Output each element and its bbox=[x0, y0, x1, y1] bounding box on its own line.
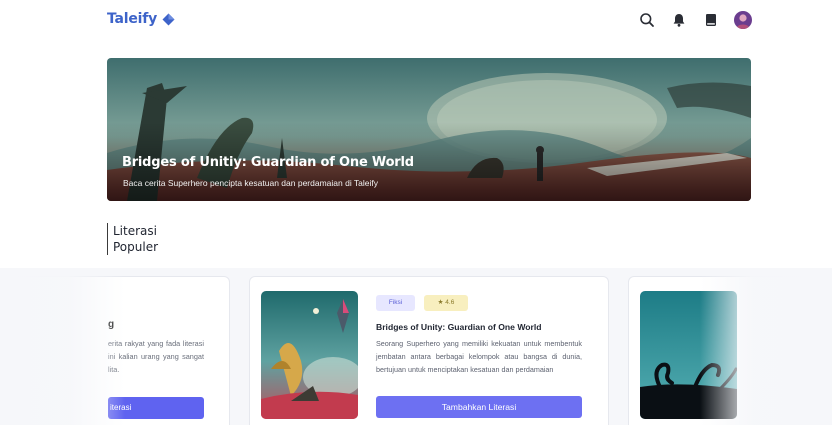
book-title[interactable]: Bridges of Unity: Guardian of One World bbox=[376, 322, 542, 332]
book-icon[interactable] bbox=[702, 11, 720, 29]
rating-badge: ★ 4.6 bbox=[424, 295, 468, 311]
card-left-description: erita rakyat yang fada literasi ini kali… bbox=[108, 339, 204, 374]
hero-subtitle: Baca cerita Superhero pencipta kesatuan … bbox=[123, 178, 379, 188]
book-description: Seorang Superhero yang memiliki kekuatan… bbox=[376, 339, 582, 374]
book-card-main[interactable]: Fiksi ★ 4.6 Bridges of Unity: Guardian o… bbox=[249, 276, 609, 425]
bell-icon[interactable] bbox=[670, 11, 688, 29]
section-title-line1: Literasi bbox=[113, 224, 157, 238]
book-cover-image[interactable] bbox=[261, 291, 358, 419]
section-title-line2: Populer bbox=[113, 240, 159, 254]
book-card-left[interactable]: g erita rakyat yang fada literasi ini ka… bbox=[0, 276, 230, 425]
book-cover-image-right[interactable] bbox=[640, 291, 737, 419]
rating-value: 4.6 bbox=[445, 299, 455, 306]
hero-banner[interactable]: Bridges of Unitiy: Guardian of One World… bbox=[107, 58, 751, 201]
avatar[interactable] bbox=[734, 11, 752, 29]
card-left-title-fragment: g bbox=[108, 319, 115, 330]
card-left-add-button[interactable]: iterasi bbox=[108, 397, 204, 419]
book-card-right[interactable] bbox=[628, 276, 832, 425]
genre-tag: Fiksi bbox=[376, 295, 415, 311]
section-title: Literasi Populer bbox=[107, 223, 158, 255]
diamond-logo-icon bbox=[162, 13, 175, 26]
top-navbar: Taleify bbox=[0, 0, 832, 42]
hero-title: Bridges of Unitiy: Guardian of One World bbox=[122, 155, 414, 170]
add-literacy-button[interactable]: Tambahkan Literasi bbox=[376, 396, 582, 418]
search-icon[interactable] bbox=[638, 11, 656, 29]
logo-text: Taleify bbox=[107, 11, 158, 27]
logo[interactable]: Taleify bbox=[107, 11, 175, 27]
